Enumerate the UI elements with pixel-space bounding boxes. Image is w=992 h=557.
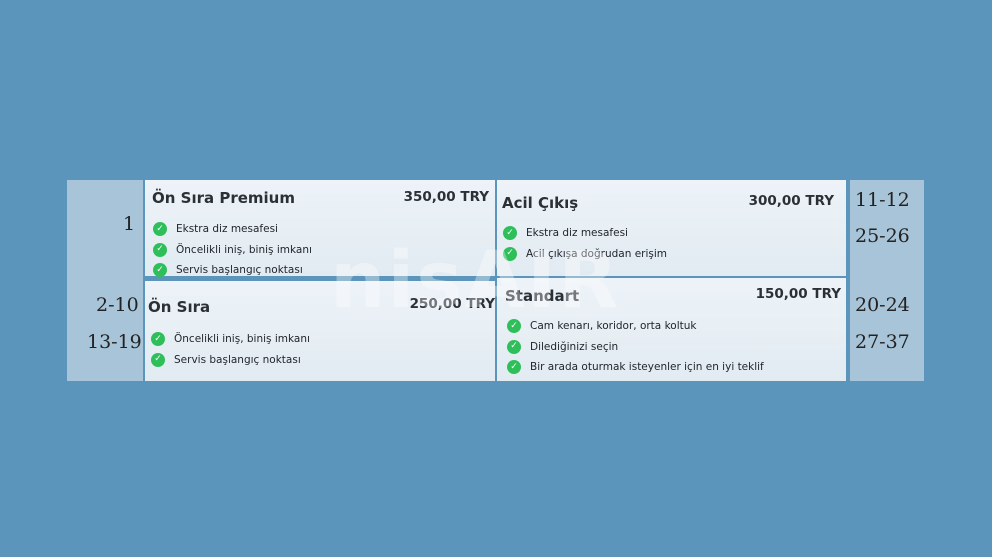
fare-card-front-premium[interactable]: Ön Sıra Premium 350,00 TRY ✓ Ekstra diz m… — [145, 180, 495, 278]
fare-title: Ön Sıra — [148, 298, 211, 316]
check-circle-icon: ✓ — [503, 226, 517, 241]
feature-item: ✓ Acil çıkışa doğrudan erişim — [503, 244, 667, 265]
row-label-1: 1 — [123, 213, 136, 235]
feature-item: ✓ Ekstra diz mesafesi — [153, 219, 312, 240]
row-label-11-12: 11-12 — [855, 189, 910, 211]
row-label-27-37: 27-37 — [855, 331, 910, 353]
feature-item: ✓ Öncelikli iniş, biniş imkanı — [151, 329, 310, 350]
feature-item: ✓ Cam kenarı, koridor, orta koltuk — [507, 316, 764, 337]
row-label-25-26: 25-26 — [855, 225, 910, 247]
fare-price: 150,00 TRY — [755, 286, 841, 302]
feature-list: ✓ Ekstra diz mesafesi ✓ Öncelikli iniş, bi… — [153, 219, 312, 281]
check-circle-icon: ✓ — [151, 332, 165, 347]
check-circle-icon: ✓ — [503, 246, 517, 261]
feature-item: ✓ Öncelikli iniş, biniş imkanı — [153, 240, 312, 261]
feature-item: ✓ Dilediğinizi seçin — [507, 337, 764, 358]
fare-title: Ön Sıra Premium — [152, 189, 295, 207]
feature-list: ✓ Cam kenarı, koridor, orta koltuk ✓ Diled… — [507, 316, 764, 378]
check-circle-icon: ✓ — [507, 339, 521, 354]
feature-item: ✓ Servis başlangıç noktası — [153, 260, 312, 281]
check-circle-icon: ✓ — [507, 360, 521, 375]
feature-list: ✓ Ekstra diz mesafesi ✓ Acil çıkışa doğrud… — [503, 223, 667, 264]
fare-title: Acil Çıkış — [502, 194, 579, 212]
fare-card-emergency-exit[interactable]: Acil Çıkış 300,00 TRY ✓ Ekstra diz mesafe… — [497, 180, 846, 276]
feature-list: ✓ Öncelikli iniş, biniş imkanı ✓ Servis ba… — [151, 329, 310, 370]
left-row-panel: 1 2-10 13-19 — [67, 180, 143, 381]
check-circle-icon: ✓ — [151, 352, 165, 367]
check-circle-icon: ✓ — [153, 263, 167, 278]
right-row-panel: 11-12 25-26 20-24 27-37 — [850, 180, 924, 381]
check-circle-icon: ✓ — [153, 242, 167, 257]
fare-price: 250,00 TRY — [409, 296, 495, 312]
check-circle-icon: ✓ — [153, 222, 167, 237]
feature-item: ✓ Ekstra diz mesafesi — [503, 223, 667, 244]
feature-item: ✓ Servis başlangıç noktası — [151, 350, 310, 371]
fare-price: 300,00 TRY — [748, 193, 834, 209]
fare-price: 350,00 TRY — [403, 189, 489, 205]
row-label-13-19: 13-19 — [87, 331, 142, 353]
check-circle-icon: ✓ — [507, 319, 521, 334]
row-label-2-10: 2-10 — [96, 294, 139, 316]
fare-card-standard[interactable]: Standart 150,00 TRY ✓ Cam kenarı, koridor… — [497, 278, 846, 381]
row-label-20-24: 20-24 — [855, 294, 910, 316]
seat-map: 1 2-10 13-19 11-12 25-26 20-24 27-37 Ön … — [0, 0, 992, 557]
feature-item: ✓ Bir arada oturmak isteyenler için en iy… — [507, 357, 764, 378]
fare-card-front[interactable]: Ön Sıra 250,00 TRY ✓ Öncelikli iniş, bini… — [145, 281, 495, 381]
fare-title: Standart — [505, 287, 580, 305]
